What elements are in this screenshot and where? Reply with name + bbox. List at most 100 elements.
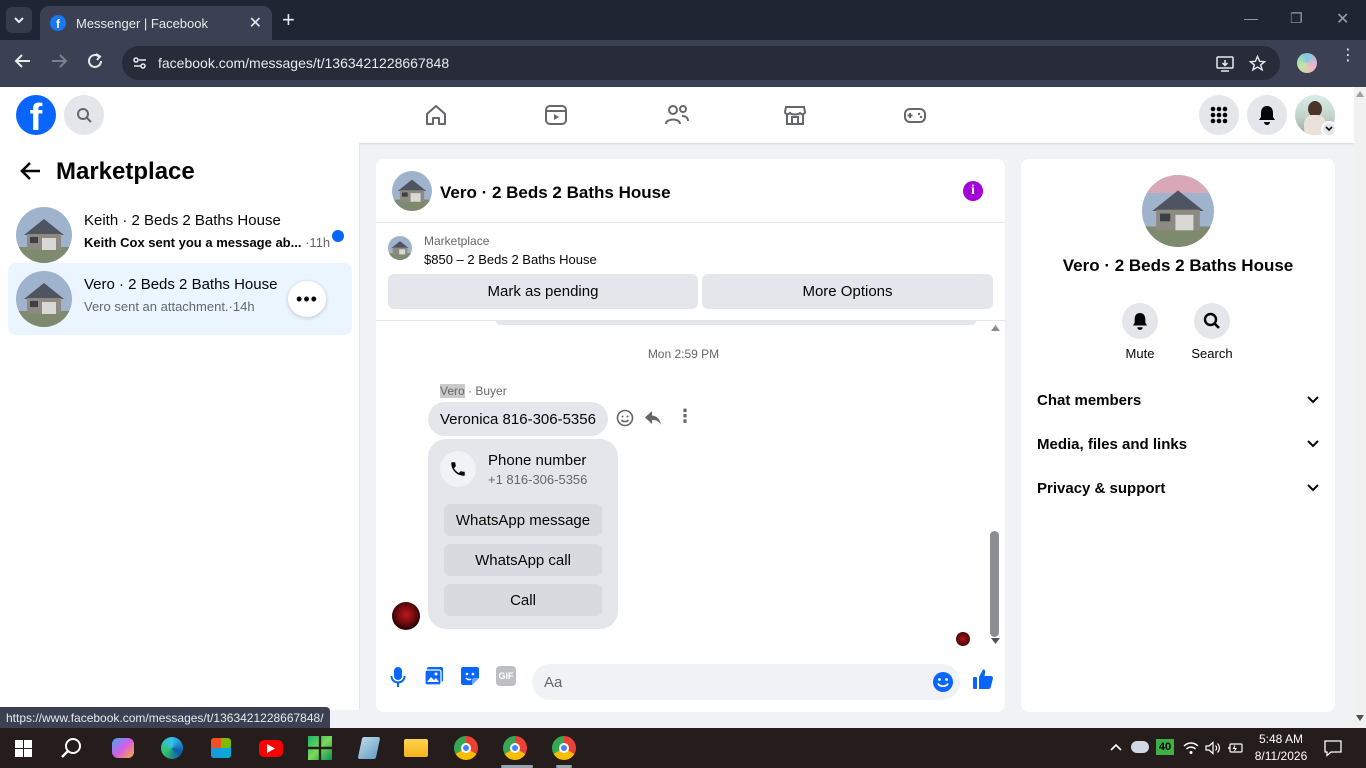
message-more-icon[interactable]: ⋮	[676, 407, 694, 425]
microphone-icon[interactable]	[390, 666, 406, 688]
new-tab-icon[interactable]: +	[282, 8, 295, 32]
reload-icon[interactable]	[86, 52, 104, 70]
link-status-url: https://www.facebook.com/messages/t/1363…	[0, 707, 330, 728]
back-arrow-icon[interactable]	[20, 161, 42, 181]
url-text: facebook.com/messages/t/1363421228667848	[158, 55, 450, 71]
battery-icon[interactable]	[1228, 741, 1244, 755]
media-files-links-section[interactable]: Media, files and links	[1037, 429, 1319, 459]
windows-start-icon[interactable]	[15, 740, 32, 757]
facebook-favicon-icon: f	[50, 15, 66, 31]
minimize-icon[interactable]: —	[1244, 10, 1258, 26]
message-input[interactable]: Aa	[532, 664, 960, 700]
chrome-profile-icon[interactable]	[501, 734, 529, 762]
section-label: Media, files and links	[1037, 435, 1188, 453]
message-bubble[interactable]: Veronica 816-306-5356	[428, 402, 608, 436]
account-chevron-icon[interactable]	[1321, 121, 1337, 137]
conversation-more-button[interactable]: •••	[288, 281, 326, 317]
forward-arrow-icon[interactable]	[50, 52, 68, 70]
photo-gallery-icon[interactable]	[424, 666, 444, 686]
window-close-icon[interactable]: ✕	[1336, 9, 1349, 29]
notification-center-icon[interactable]	[1324, 739, 1342, 757]
more-options-button[interactable]: More Options	[702, 274, 993, 309]
scroll-down-icon[interactable]	[991, 638, 1000, 644]
show-hidden-icons-icon[interactable]	[1110, 743, 1122, 751]
notes-app-icon[interactable]	[355, 734, 383, 762]
chevron-down-icon	[1307, 484, 1319, 492]
scroll-down-icon[interactable]	[1356, 715, 1364, 721]
windows-taskbar: 40 5:48 AM 8/11/2026	[0, 728, 1366, 768]
tab-search-button[interactable]	[6, 7, 32, 33]
scrollbar-thumb[interactable]	[990, 531, 999, 637]
info-avatar[interactable]	[1142, 175, 1214, 247]
back-arrow-icon[interactable]	[14, 52, 32, 70]
home-icon[interactable]	[424, 103, 448, 127]
youtube-icon[interactable]	[257, 734, 285, 762]
search-button[interactable]	[64, 95, 104, 135]
thumbs-up-icon[interactable]	[972, 668, 994, 690]
chrome-icon[interactable]	[452, 734, 480, 762]
phone-card-number: +1 816-306-5356	[488, 472, 588, 487]
mute-label: Mute	[1125, 346, 1155, 361]
facebook-logo-icon[interactable]: f	[16, 95, 56, 135]
search-icon	[77, 108, 92, 123]
call-button[interactable]: Call	[444, 584, 602, 616]
chevron-down-icon	[1307, 440, 1319, 448]
page-scrollbar[interactable]	[1354, 87, 1366, 728]
house-thumbnail	[16, 271, 72, 327]
tray-badge[interactable]: 40	[1156, 739, 1174, 755]
scroll-up-icon[interactable]	[991, 325, 1000, 331]
edge-icon[interactable]	[158, 734, 186, 762]
listing-thumbnail[interactable]	[388, 236, 412, 260]
sticker-icon[interactable]	[460, 666, 480, 686]
emoji-icon[interactable]	[932, 671, 954, 693]
friends-icon[interactable]	[664, 103, 690, 127]
video-icon[interactable]	[544, 103, 568, 127]
bookmark-star-icon[interactable]	[1249, 55, 1266, 72]
clock-date[interactable]: 8/11/2026	[1253, 749, 1309, 763]
whatsapp-call-button[interactable]: WhatsApp call	[444, 544, 602, 576]
search-action[interactable]: Search	[1182, 303, 1242, 361]
clock-time[interactable]: 5:48 AM	[1253, 732, 1309, 746]
sender-avatar[interactable]	[392, 602, 420, 630]
marketplace-icon[interactable]	[783, 103, 807, 127]
whatsapp-message-button[interactable]: WhatsApp message	[444, 504, 602, 536]
conversation-item-active[interactable]: Vero · 2 Beds 2 Baths House Vero sent an…	[8, 263, 352, 335]
tab-title: Messenger | Facebook	[76, 15, 208, 31]
taskbar-search-icon[interactable]	[61, 737, 83, 759]
chrome-profile-2-icon[interactable]	[550, 734, 578, 762]
listing-title[interactable]: $850 – 2 Beds 2 Baths House	[424, 252, 597, 267]
volume-icon[interactable]	[1205, 741, 1221, 755]
store-icon[interactable]	[207, 734, 235, 762]
wifi-icon[interactable]	[1183, 741, 1199, 755]
browser-menu-icon[interactable]: ⋮	[1340, 48, 1356, 64]
gif-icon[interactable]: GIF	[496, 666, 516, 686]
copilot-icon[interactable]	[109, 734, 137, 762]
privacy-support-section[interactable]: Privacy & support	[1037, 473, 1319, 503]
widget-app-icon[interactable]	[306, 734, 334, 762]
mute-action[interactable]: Mute	[1110, 303, 1170, 361]
react-emoji-icon[interactable]	[616, 409, 634, 427]
notifications-button[interactable]	[1247, 95, 1287, 135]
chat-title[interactable]: Vero · 2 Beds 2 Baths House	[440, 183, 671, 203]
file-explorer-icon[interactable]	[402, 734, 430, 762]
gaming-icon[interactable]	[903, 103, 927, 127]
previous-message-edge	[496, 321, 976, 325]
browser-tab[interactable]: f Messenger | Facebook ✕	[40, 6, 272, 40]
tab-close-icon[interactable]: ✕	[249, 13, 262, 33]
profile-avatar-icon[interactable]	[1297, 53, 1317, 73]
chat-avatar[interactable]	[392, 171, 432, 211]
restore-icon[interactable]: ❐	[1290, 10, 1303, 27]
mark-as-pending-button[interactable]: Mark as pending	[388, 274, 698, 309]
conversation-name: Keith · 2 Beds 2 Baths House	[84, 212, 281, 229]
conversation-item[interactable]: Keith · 2 Beds 2 Baths House Keith Cox s…	[8, 199, 352, 271]
scroll-up-icon[interactable]	[1356, 91, 1364, 97]
site-settings-icon[interactable]	[132, 55, 148, 71]
info-icon[interactable]: i	[963, 181, 983, 201]
chat-members-section[interactable]: Chat members	[1037, 385, 1319, 415]
menu-button[interactable]	[1199, 95, 1239, 135]
reply-icon[interactable]	[644, 409, 662, 427]
install-app-icon[interactable]	[1216, 56, 1234, 72]
onedrive-icon[interactable]	[1131, 741, 1149, 753]
browser-tabstrip: f Messenger | Facebook ✕ + — ❐ ✕	[0, 0, 1366, 40]
address-bar[interactable]: facebook.com/messages/t/1363421228667848	[122, 46, 1280, 80]
